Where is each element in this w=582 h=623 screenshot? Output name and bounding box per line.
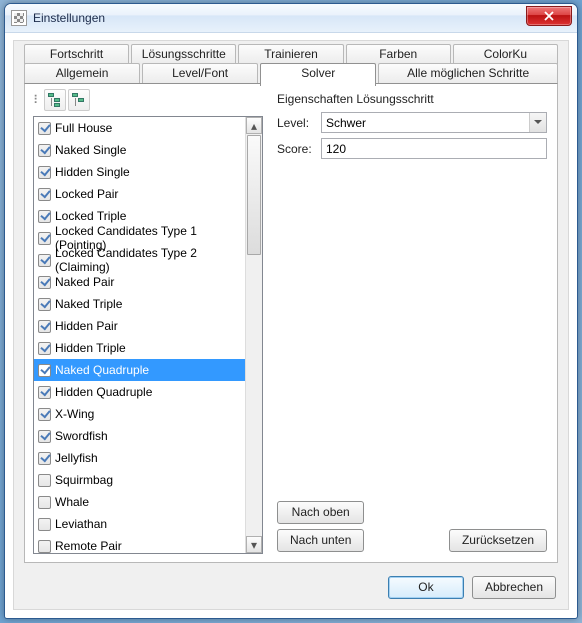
scrollbar[interactable]: ▴ ▾ xyxy=(245,117,262,553)
technique-label: Hidden Quadruple xyxy=(55,385,152,399)
ok-button[interactable]: Ok xyxy=(388,576,464,599)
technique-label: Naked Triple xyxy=(55,297,122,311)
window-title: Einstellungen xyxy=(33,11,526,25)
technique-label: Locked Pair xyxy=(55,187,118,201)
level-label: Level: xyxy=(277,116,321,130)
tab-fortschritt[interactable]: Fortschritt xyxy=(24,44,129,64)
scroll-up-button[interactable]: ▴ xyxy=(246,117,262,134)
technique-checkbox[interactable] xyxy=(38,540,51,553)
technique-label: Hidden Pair xyxy=(55,319,118,333)
scroll-down-button[interactable]: ▾ xyxy=(246,536,262,553)
tab-lösungsschritte[interactable]: Lösungsschritte xyxy=(131,44,236,64)
technique-label: Squirmbag xyxy=(55,473,113,487)
technique-checkbox[interactable] xyxy=(38,408,51,421)
tab-trainieren[interactable]: Trainieren xyxy=(238,44,343,64)
list-item[interactable]: X-Wing xyxy=(34,403,245,425)
technique-checkbox[interactable] xyxy=(38,254,51,267)
client-area: FortschrittLösungsschritteTrainierenFarb… xyxy=(13,40,569,610)
cancel-button[interactable]: Abbrechen xyxy=(472,576,556,599)
list-item[interactable]: Swordfish xyxy=(34,425,245,447)
technique-checkbox[interactable] xyxy=(38,144,51,157)
list-item[interactable]: Remote Pair xyxy=(34,535,245,553)
tab-alle-m-glichen-schritte[interactable]: Alle möglichen Schritte xyxy=(378,63,558,83)
technique-checkbox[interactable] xyxy=(38,452,51,465)
tab-farben[interactable]: Farben xyxy=(346,44,451,64)
technique-checkbox[interactable] xyxy=(38,386,51,399)
tab-level-font[interactable]: Level/Font xyxy=(142,63,258,83)
settings-window: Einstellungen FortschrittLösungsschritte… xyxy=(4,3,578,619)
toolbar: ⠇ xyxy=(33,90,90,110)
close-button[interactable] xyxy=(526,6,572,26)
technique-checkbox[interactable] xyxy=(38,430,51,443)
list-item[interactable]: Full House xyxy=(34,117,245,139)
technique-checkbox[interactable] xyxy=(38,166,51,179)
technique-label: Swordfish xyxy=(55,429,108,443)
technique-checkbox[interactable] xyxy=(38,342,51,355)
score-label: Score: xyxy=(277,142,321,156)
properties-group: Eigenschaften Lösungsschritt Level: Schw… xyxy=(277,92,547,164)
technique-checkbox[interactable] xyxy=(38,232,51,245)
technique-label: Remote Pair xyxy=(55,539,122,553)
level-select[interactable]: Schwer xyxy=(321,112,547,133)
technique-checkbox[interactable] xyxy=(38,518,51,531)
level-value: Schwer xyxy=(326,116,366,130)
tree-collapse-icon xyxy=(72,93,86,107)
tab-colorku[interactable]: ColorKu xyxy=(453,44,558,64)
list-item[interactable]: Locked Candidates Type 2 (Claiming) xyxy=(34,249,245,271)
app-icon xyxy=(11,10,27,26)
tab-allgemein[interactable]: Allgemein xyxy=(24,63,140,83)
list-item[interactable]: Jellyfish xyxy=(34,447,245,469)
technique-label: Locked Triple xyxy=(55,209,126,223)
list-item[interactable]: Squirmbag xyxy=(34,469,245,491)
scroll-thumb[interactable] xyxy=(247,135,261,255)
technique-checkbox[interactable] xyxy=(38,276,51,289)
technique-label: X-Wing xyxy=(55,407,94,421)
expand-tree-button[interactable] xyxy=(44,89,66,111)
list-item[interactable]: Hidden Pair xyxy=(34,315,245,337)
tabstrip: FortschrittLösungsschritteTrainierenFarb… xyxy=(14,41,568,83)
technique-checkbox[interactable] xyxy=(38,474,51,487)
technique-checkbox[interactable] xyxy=(38,122,51,135)
list-item[interactable]: Naked Triple xyxy=(34,293,245,315)
technique-label: Whale xyxy=(55,495,89,509)
technique-label: Naked Single xyxy=(55,143,126,157)
list-item[interactable]: Leviathan xyxy=(34,513,245,535)
close-icon xyxy=(544,11,554,21)
technique-checkbox[interactable] xyxy=(38,320,51,333)
tree-expand-icon xyxy=(48,93,62,107)
list-item[interactable]: Naked Quadruple xyxy=(34,359,245,381)
titlebar: Einstellungen xyxy=(5,4,577,33)
solver-panel: ⠇ Full House Naked Single Hidden Single Loc… xyxy=(24,83,558,563)
technique-label: Locked Candidates Type 2 (Claiming) xyxy=(55,246,245,274)
chevron-down-icon xyxy=(529,113,546,132)
list-item[interactable]: Naked Single xyxy=(34,139,245,161)
technique-label: Naked Pair xyxy=(55,275,114,289)
list-item[interactable]: Hidden Quadruple xyxy=(34,381,245,403)
list-item[interactable]: Hidden Triple xyxy=(34,337,245,359)
tab-solver[interactable]: Solver xyxy=(260,63,376,86)
list-item[interactable]: Whale xyxy=(34,491,245,513)
technique-label: Naked Quadruple xyxy=(55,363,149,377)
technique-label: Hidden Single xyxy=(55,165,130,179)
technique-checkbox[interactable] xyxy=(38,188,51,201)
score-input[interactable] xyxy=(321,138,547,159)
technique-list[interactable]: Full House Naked Single Hidden Single Locke… xyxy=(33,116,263,554)
technique-label: Leviathan xyxy=(55,517,107,531)
list-item[interactable]: Naked Pair xyxy=(34,271,245,293)
technique-checkbox[interactable] xyxy=(38,364,51,377)
list-item[interactable]: Locked Pair xyxy=(34,183,245,205)
properties-heading: Eigenschaften Lösungsschritt xyxy=(277,92,547,106)
technique-label: Hidden Triple xyxy=(55,341,126,355)
technique-label: Full House xyxy=(55,121,112,135)
technique-checkbox[interactable] xyxy=(38,210,51,223)
move-up-button[interactable]: Nach oben xyxy=(277,501,364,524)
list-item[interactable]: Hidden Single xyxy=(34,161,245,183)
move-down-button[interactable]: Nach unten xyxy=(277,529,364,552)
reset-button[interactable]: Zurücksetzen xyxy=(449,529,547,552)
technique-label: Jellyfish xyxy=(55,451,98,465)
technique-checkbox[interactable] xyxy=(38,298,51,311)
technique-checkbox[interactable] xyxy=(38,496,51,509)
collapse-tree-button[interactable] xyxy=(68,89,90,111)
